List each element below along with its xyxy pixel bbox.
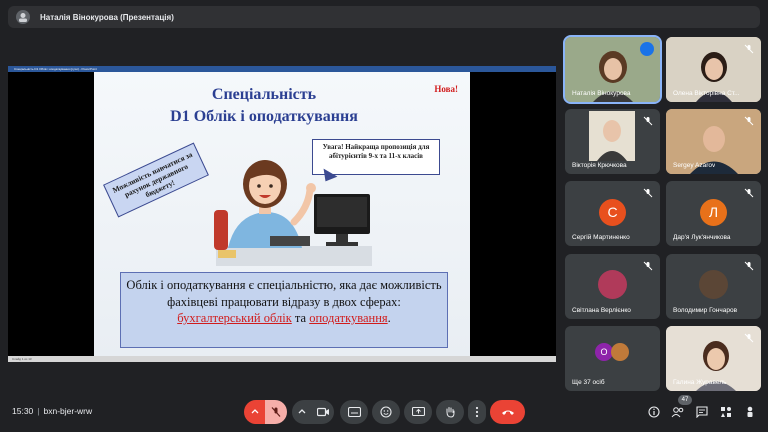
presenter-name: Наталія Вінокурова (Презентація): [40, 12, 174, 22]
participant-tile-zhuravel[interactable]: Галина Журавель: [666, 326, 761, 391]
meeting-time: 15:30: [12, 406, 34, 416]
video-options-button[interactable]: [292, 400, 312, 424]
hand-icon: [446, 407, 454, 418]
main-text-accent1: бухгалтерський облік: [177, 311, 292, 325]
main-text-period: .: [387, 311, 391, 325]
slide-number: Слайд 1 из 13: [12, 357, 32, 361]
mic-off-icon: [744, 188, 754, 198]
lock-person-icon: [747, 406, 753, 417]
new-tag: Нова!: [434, 84, 458, 94]
chevron-up-icon: [251, 409, 259, 414]
participant-name: Ще 37 осіб: [572, 379, 605, 386]
people-icon: [671, 407, 684, 418]
presenter-avatar-icon: [16, 10, 30, 24]
meeting-info: 15:30 | bxn-bjer-wrw: [12, 406, 93, 416]
mic-off-icon: [643, 188, 653, 198]
main-text-connector: та: [294, 311, 307, 325]
ppt-status-bar: Слайд 1 из 13: [8, 356, 556, 362]
hang-up-icon: [501, 410, 514, 415]
main-text: Облік і оподаткування є спеціальністю, я…: [126, 278, 442, 309]
control-bar: 15:30 | bxn-bjer-wrw: [0, 396, 768, 432]
participant-tile-verlienko[interactable]: Світлана Верлієнко: [565, 254, 660, 319]
participant-name: Дар'я Лук'янчикова: [673, 234, 731, 241]
meeting-details-button[interactable]: [646, 404, 662, 420]
mic-toggle-button[interactable]: [265, 400, 287, 424]
main-text-accent2: оподаткування: [309, 311, 388, 325]
participant-photo: [598, 270, 627, 299]
mic-off-icon: [643, 116, 653, 126]
leave-call-button[interactable]: [490, 400, 525, 424]
mic-off-icon: [744, 333, 754, 343]
shared-screen: Спеціальність D1 Облік і оподаткування (…: [8, 66, 556, 362]
emoji-icon: [380, 406, 392, 418]
camera-toggle-button[interactable]: [312, 400, 334, 424]
participant-name: Вікторія Крючкова: [572, 162, 627, 169]
raise-hand-button[interactable]: [436, 400, 464, 424]
present-screen-button[interactable]: [404, 400, 432, 424]
funding-callout: Можливість навчатися за рахунок державно…: [103, 142, 209, 218]
main-text-box: Облік і оподаткування є спеціальністю, я…: [120, 272, 448, 348]
activities-button[interactable]: [718, 404, 734, 420]
speaking-indicator-icon: [640, 42, 654, 56]
participant-name: Сергій Мартиненко: [572, 234, 630, 241]
slide-title-line2: D1 Облік і оподаткування: [170, 108, 358, 125]
chat-button[interactable]: [694, 404, 710, 420]
mic-off-icon: [744, 44, 754, 54]
mic-off-icon: [744, 261, 754, 271]
mic-off-icon: [271, 407, 281, 417]
participant-name: Володимир Гончаров: [673, 307, 738, 314]
participant-name: Олена Вікторівна Ст...: [673, 90, 740, 97]
participant-avatar: С: [599, 199, 626, 226]
mic-off-icon: [643, 261, 653, 271]
chat-icon: [696, 406, 708, 418]
slide-title-line1: Спеціальність: [211, 86, 317, 103]
camera-icon: [316, 407, 329, 417]
participant-name: Наталія Вінокурова: [572, 90, 631, 97]
info-icon: [648, 406, 660, 418]
participant-tile-more[interactable]: О Ще 37 осіб: [565, 326, 660, 391]
participant-tile-azarov[interactable]: Sergey Azarov: [666, 109, 761, 174]
more-vert-icon: [475, 406, 479, 418]
presenter-bar[interactable]: Наталія Вінокурова (Презентація): [8, 6, 760, 28]
audio-options-button[interactable]: [244, 400, 266, 424]
participant-tile-kryuchkova[interactable]: Вікторія Крючкова: [565, 109, 660, 174]
participant-tile-olena[interactable]: Олена Вікторівна Ст...: [666, 37, 761, 102]
chevron-up-icon: [298, 409, 306, 414]
mic-off-icon: [744, 116, 754, 126]
presentation-slide: Спеціальність D1 Облік і оподаткування Н…: [94, 72, 470, 356]
participant-tile-lukyanchykova[interactable]: Л Дар'я Лук'янчикова: [666, 181, 761, 246]
participant-name: Галина Журавель: [673, 379, 727, 386]
meeting-code: bxn-bjer-wrw: [43, 406, 93, 416]
slide-title: Спеціальність D1 Облік і оподаткування: [154, 84, 374, 128]
more-options-button[interactable]: [468, 400, 486, 424]
participant-tile-honcharov[interactable]: Володимир Гончаров: [666, 254, 761, 319]
people-button[interactable]: [670, 404, 686, 420]
people-count-badge: 47: [678, 395, 692, 405]
present-icon: [411, 406, 425, 416]
ppt-window-title: Спеціальність D1 Облік і оподаткування (…: [14, 67, 97, 71]
participant-tile-vinokurova[interactable]: Наталія Вінокурова: [563, 35, 662, 104]
participant-photo: [589, 111, 635, 161]
captions-icon: [347, 407, 361, 417]
activities-icon: [721, 407, 731, 417]
reactions-button[interactable]: [372, 400, 400, 424]
captions-button[interactable]: [340, 400, 368, 424]
more-avatar-photo: [611, 343, 629, 361]
participant-tile-martynenko[interactable]: С Сергій Мартиненко: [565, 181, 660, 246]
participant-name: Sergey Azarov: [673, 162, 716, 169]
host-controls-button[interactable]: [742, 404, 758, 420]
participant-name: Світлана Верлієнко: [572, 307, 631, 314]
participant-photo: [699, 270, 728, 299]
speech-bubble: Увага! Найкраща пропозиція для абітурієн…: [312, 139, 440, 175]
participant-avatar: Л: [700, 199, 727, 226]
